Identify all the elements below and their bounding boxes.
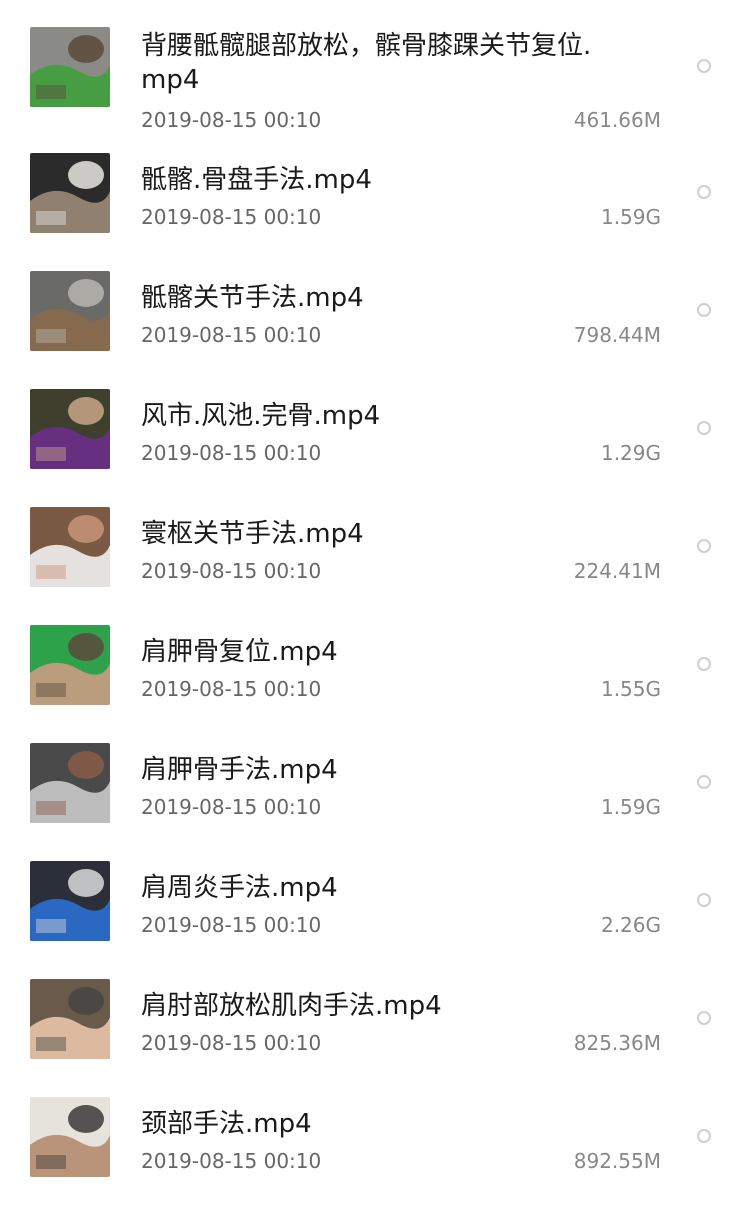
select-radio[interactable] xyxy=(697,1011,711,1025)
file-size: 825.36M xyxy=(573,1031,661,1055)
file-date: 2019-08-15 00:10 xyxy=(141,913,322,937)
select-radio[interactable] xyxy=(697,185,711,199)
video-thumbnail[interactable] xyxy=(30,861,110,941)
file-name: 肩胛骨复位.mp4 xyxy=(141,637,338,667)
video-thumbnail[interactable] xyxy=(30,271,110,351)
video-thumbnail[interactable] xyxy=(30,979,110,1059)
file-size: 798.44M xyxy=(573,323,661,347)
file-date: 2019-08-15 00:10 xyxy=(141,323,322,347)
video-thumbnail[interactable] xyxy=(30,743,110,823)
file-date: 2019-08-15 00:10 xyxy=(141,795,322,819)
file-date: 2019-08-15 00:10 xyxy=(141,559,322,583)
file-name: 肩胛骨手法.mp4 xyxy=(141,755,338,785)
file-size: 224.41M xyxy=(573,559,661,583)
file-size: 892.55M xyxy=(573,1149,661,1173)
video-thumbnail[interactable] xyxy=(30,153,110,233)
video-thumbnail[interactable] xyxy=(30,507,110,587)
file-date: 2019-08-15 00:10 xyxy=(141,677,322,701)
select-radio[interactable] xyxy=(697,421,711,435)
file-size: 1.59G xyxy=(600,205,661,229)
file-name: 风市.风池.完骨.mp4 xyxy=(141,401,381,431)
file-date: 2019-08-15 00:10 xyxy=(141,1031,322,1055)
file-name: 颈部手法.mp4 xyxy=(141,1109,312,1139)
file-name: 寰枢关节手法.mp4 xyxy=(141,519,364,549)
file-date: 2019-08-15 00:10 xyxy=(141,205,322,229)
file-size: 1.29G xyxy=(600,441,661,465)
select-radio[interactable] xyxy=(697,893,711,907)
file-row[interactable]: 颈部手法.mp4 2019-08-15 00:10 892.55M xyxy=(0,0,750,1177)
video-thumbnail[interactable] xyxy=(30,389,110,469)
select-radio[interactable] xyxy=(697,1129,711,1143)
file-name: 肩肘部放松肌肉手法.mp4 xyxy=(141,991,442,1021)
select-radio[interactable] xyxy=(697,775,711,789)
file-size: 2.26G xyxy=(600,913,661,937)
file-date: 2019-08-15 00:10 xyxy=(141,441,322,465)
file-size: 1.55G xyxy=(600,677,661,701)
select-radio[interactable] xyxy=(697,539,711,553)
video-thumbnail[interactable] xyxy=(30,1097,110,1177)
file-name: 骶髂关节手法.mp4 xyxy=(141,283,364,313)
file-size: 1.59G xyxy=(600,795,661,819)
video-thumbnail[interactable] xyxy=(30,625,110,705)
file-name: 肩周炎手法.mp4 xyxy=(141,873,338,903)
select-radio[interactable] xyxy=(697,303,711,317)
file-name: 骶髂.骨盘手法.mp4 xyxy=(141,165,372,195)
file-date: 2019-08-15 00:10 xyxy=(141,1149,322,1173)
select-radio[interactable] xyxy=(697,657,711,671)
